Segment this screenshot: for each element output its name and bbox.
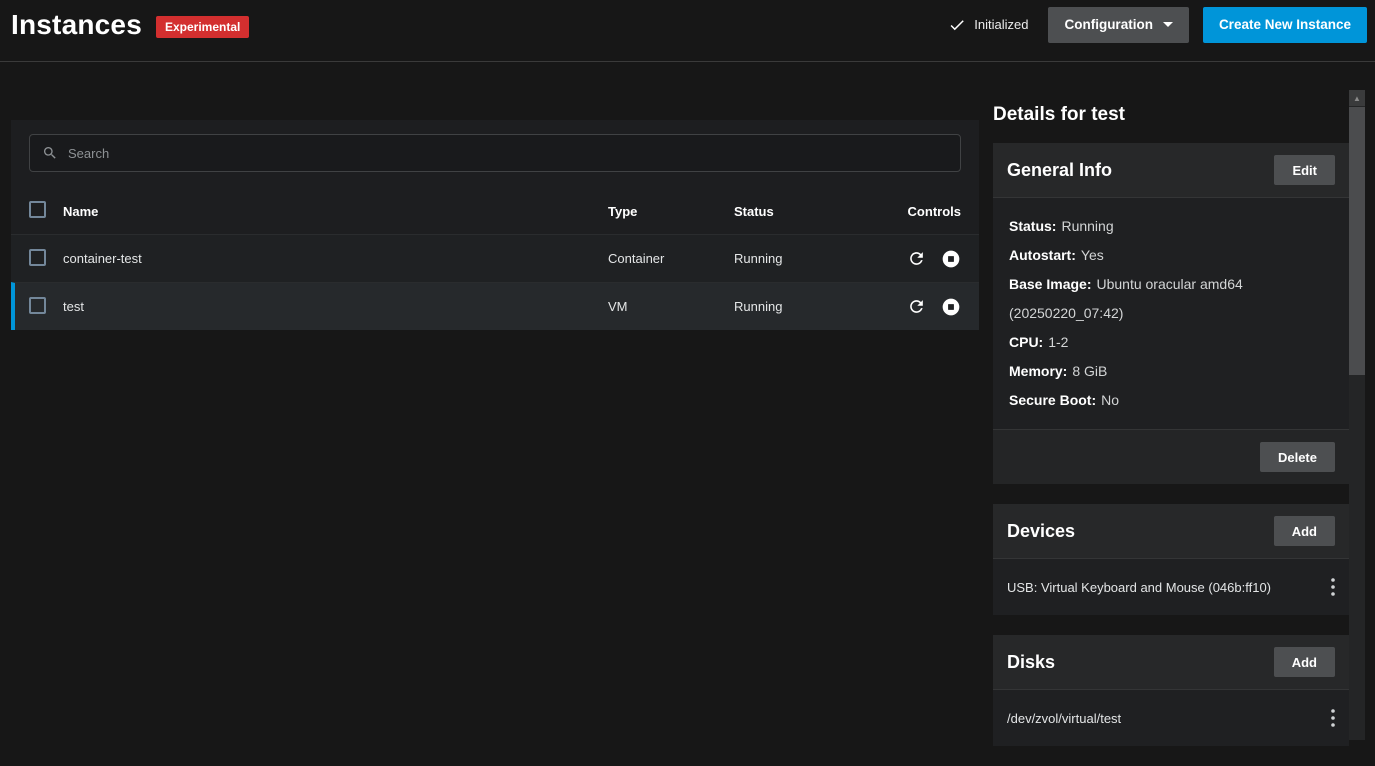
devices-card: Devices Add USB: Virtual Keyboard and Mo… [993, 504, 1349, 615]
instance-name: test [63, 299, 608, 314]
stop-button[interactable] [941, 249, 961, 269]
restart-icon [907, 297, 926, 316]
devices-title: Devices [1007, 521, 1075, 542]
details-scrollbar[interactable]: ▲ [1349, 90, 1365, 740]
column-header-controls: Controls [869, 204, 961, 219]
experimental-badge: Experimental [156, 16, 249, 38]
details-title: Details for test [993, 104, 1349, 126]
field-secure-boot: Secure Boot:No [1009, 386, 1333, 415]
select-all-cell [29, 201, 63, 221]
disk-item: /dev/zvol/virtual/test [993, 690, 1349, 746]
row-checkbox[interactable] [29, 249, 46, 266]
stop-button[interactable] [941, 297, 961, 317]
select-all-checkbox[interactable] [29, 201, 46, 218]
add-disk-button[interactable]: Add [1274, 647, 1335, 677]
delete-button[interactable]: Delete [1260, 442, 1335, 472]
kebab-menu-icon [1331, 709, 1335, 727]
stop-icon [941, 297, 961, 317]
instance-type: VM [608, 299, 734, 314]
instance-status: Running [734, 251, 869, 266]
page-title: Instances [11, 9, 142, 41]
details-panel: Details for test General Info Edit Statu… [993, 104, 1349, 766]
disks-header: Disks Add [993, 635, 1349, 690]
column-header-name: Name [63, 204, 608, 219]
general-info-title: General Info [1007, 160, 1112, 181]
column-header-status: Status [734, 204, 869, 219]
configuration-label: Configuration [1064, 17, 1152, 32]
general-info-card: General Info Edit Status:Running Autosta… [993, 143, 1349, 484]
field-cpu: CPU:1-2 [1009, 328, 1333, 357]
create-new-instance-button[interactable]: Create New Instance [1203, 7, 1367, 43]
page-header-left: Instances Experimental [11, 9, 249, 41]
restart-button[interactable] [907, 249, 926, 268]
page-header-right: Initialized Configuration Create New Ins… [948, 7, 1367, 43]
devices-header: Devices Add [993, 504, 1349, 559]
table-row-selected[interactable]: test VM Running [11, 282, 979, 330]
restart-icon [907, 249, 926, 268]
disks-title: Disks [1007, 652, 1055, 673]
device-menu-button[interactable] [1331, 578, 1335, 596]
disk-item-label: /dev/zvol/virtual/test [1007, 711, 1121, 726]
instance-type: Container [608, 251, 734, 266]
field-status: Status:Running [1009, 212, 1333, 241]
kebab-menu-icon [1331, 578, 1335, 596]
configuration-button[interactable]: Configuration [1048, 7, 1188, 43]
field-base-image: Base Image:Ubuntu oracular amd64 (202502… [1009, 270, 1333, 328]
table-header-row: Name Type Status Controls [11, 188, 979, 234]
instance-list-panel: Name Type Status Controls container-test… [11, 120, 979, 330]
field-memory: Memory:8 GiB [1009, 357, 1333, 386]
chevron-down-icon [1163, 22, 1173, 27]
edit-button[interactable]: Edit [1274, 155, 1335, 185]
initialized-label: Initialized [974, 17, 1028, 32]
instance-status: Running [734, 299, 869, 314]
device-item: USB: Virtual Keyboard and Mouse (046b:ff… [993, 559, 1349, 615]
page-header: Instances Experimental Initialized Confi… [0, 0, 1375, 62]
field-autostart: Autostart:Yes [1009, 241, 1333, 270]
search-bar [29, 134, 961, 172]
check-icon [948, 16, 966, 34]
scrollbar-thumb[interactable] [1349, 107, 1365, 375]
stop-icon [941, 249, 961, 269]
general-info-header: General Info Edit [993, 143, 1349, 198]
table-row[interactable]: container-test Container Running [11, 234, 979, 282]
restart-button[interactable] [907, 297, 926, 316]
instance-name: container-test [63, 251, 608, 266]
initialized-indicator: Initialized [948, 16, 1028, 34]
add-device-button[interactable]: Add [1274, 516, 1335, 546]
device-item-label: USB: Virtual Keyboard and Mouse (046b:ff… [1007, 580, 1271, 595]
scroll-up-button[interactable]: ▲ [1349, 90, 1365, 106]
search-icon [42, 145, 58, 161]
search-input[interactable] [68, 146, 948, 161]
general-info-body: Status:Running Autostart:Yes Base Image:… [993, 198, 1349, 429]
column-header-type: Type [608, 204, 734, 219]
disk-menu-button[interactable] [1331, 709, 1335, 727]
row-checkbox[interactable] [29, 297, 46, 314]
general-info-footer: Delete [993, 429, 1349, 484]
row-controls [869, 249, 961, 269]
row-controls [869, 297, 961, 317]
disks-card: Disks Add /dev/zvol/virtual/test [993, 635, 1349, 746]
